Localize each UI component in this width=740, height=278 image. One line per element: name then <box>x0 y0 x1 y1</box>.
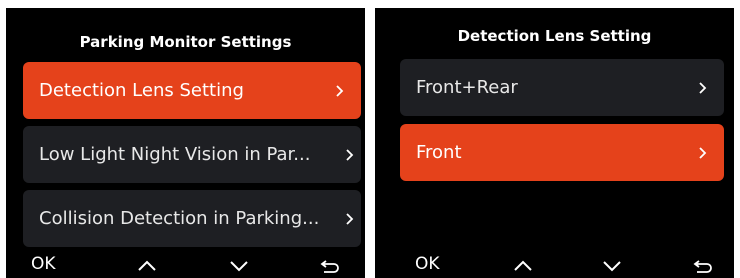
chevron-right-icon <box>699 146 707 159</box>
chevron-right-icon <box>346 148 354 161</box>
menu-item-detection-lens-setting[interactable]: Detection Lens Setting <box>23 62 361 119</box>
menu-item-label: Detection Lens Setting <box>39 80 244 101</box>
parking-monitor-settings-screen: Parking Monitor Settings Detection Lens … <box>6 8 365 278</box>
chevron-up-icon[interactable] <box>136 258 158 274</box>
menu-item-label: Low Light Night Vision in Par... <box>39 144 311 165</box>
menu-item-label: Front <box>416 142 462 163</box>
menu-item-label: Collision Detection in Parking... <box>39 208 320 229</box>
chevron-down-icon[interactable] <box>601 258 623 274</box>
chevron-right-icon <box>699 81 707 94</box>
menu-item-label: Front+Rear <box>416 77 518 98</box>
menu-item-front[interactable]: Front <box>400 124 724 181</box>
detection-lens-setting-screen: Detection Lens Setting Front+Rear Front … <box>375 8 734 278</box>
back-arrow-icon[interactable] <box>693 258 715 274</box>
chevron-down-icon[interactable] <box>228 258 250 274</box>
menu-item-front-rear[interactable]: Front+Rear <box>400 59 724 116</box>
menu-item-low-light-night-vision[interactable]: Low Light Night Vision in Par... <box>23 126 361 183</box>
menu-item-collision-detection-parking[interactable]: Collision Detection in Parking... <box>23 190 361 247</box>
back-arrow-icon[interactable] <box>320 258 342 274</box>
screen-title: Parking Monitor Settings <box>79 33 292 51</box>
chevron-right-icon <box>336 84 344 97</box>
chevron-up-icon[interactable] <box>512 258 534 274</box>
screen-title: Detection Lens Setting <box>457 27 652 45</box>
ok-button[interactable]: OK <box>415 254 440 274</box>
chevron-right-icon <box>346 212 354 225</box>
ok-button[interactable]: OK <box>31 254 56 274</box>
